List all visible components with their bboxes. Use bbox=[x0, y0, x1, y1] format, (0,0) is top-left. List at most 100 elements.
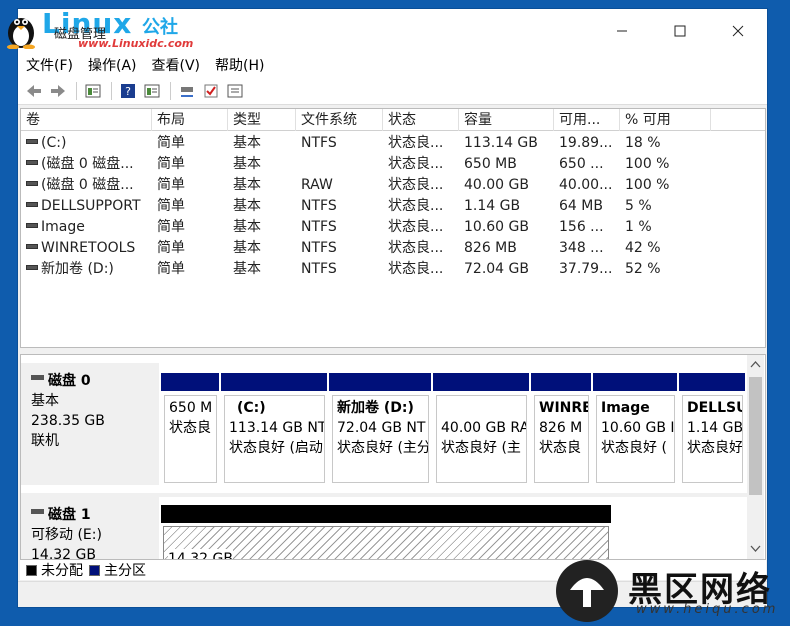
volume-list-icon[interactable] bbox=[142, 81, 162, 101]
table-row[interactable]: (C:) 简单 基本 NTFS 状态良... 113.14 GB 19.89... 18 % bbox=[21, 133, 765, 154]
col-free[interactable]: 可用... bbox=[554, 109, 620, 131]
scrollbar-thumb[interactable] bbox=[749, 377, 762, 495]
volume-icon bbox=[26, 222, 38, 228]
cell-free: 37.79... bbox=[559, 261, 613, 277]
toolbar-divider bbox=[76, 81, 77, 100]
col-layout[interactable]: 布局 bbox=[152, 109, 228, 131]
partition-recovery[interactable]: 650 M 状态良 bbox=[161, 373, 219, 485]
partition-status: 状态良 bbox=[539, 440, 581, 456]
back-arrow-icon[interactable] bbox=[24, 81, 44, 101]
settings-icon[interactable] bbox=[225, 81, 245, 101]
cell-layout: 简单 bbox=[157, 240, 185, 256]
cell-status: 状态良... bbox=[388, 240, 444, 256]
cell-capacity: 40.00 GB bbox=[464, 177, 529, 193]
volume-list-header: 卷 布局 类型 文件系统 状态 容量 可用... % 可用 bbox=[21, 109, 765, 131]
partition-image[interactable]: Image 10.60 GB I 状态良好 ( bbox=[593, 373, 677, 485]
partition-status: 状态良好 (主分 bbox=[337, 440, 429, 456]
watermark-url: www.heiqu.com bbox=[636, 602, 779, 617]
partition-raw[interactable]: 40.00 GB RA 状态良好 (主 bbox=[433, 373, 529, 485]
partition-size: 113.14 GB NT bbox=[229, 420, 325, 436]
check-icon[interactable] bbox=[201, 81, 221, 101]
partition-winretools[interactable]: WINRE 826 M 状态良 bbox=[531, 373, 591, 485]
minimize-button[interactable] bbox=[593, 9, 651, 53]
table-row[interactable]: WINRETOOLS 简单 基本 NTFS 状态良... 826 MB 348 ... 42 … bbox=[21, 238, 765, 259]
mushroom-logo bbox=[556, 560, 618, 622]
table-row[interactable]: Image 简单 基本 NTFS 状态良... 10.60 GB 156 ... 1 % bbox=[21, 217, 765, 238]
col-percent-free[interactable]: % 可用 bbox=[620, 109, 711, 131]
scroll-down-icon[interactable] bbox=[750, 545, 761, 553]
volume-icon bbox=[26, 264, 38, 270]
menu-file[interactable]: 文件(F) bbox=[26, 55, 73, 75]
cell-type: 基本 bbox=[233, 156, 261, 172]
partition-dellsupport[interactable]: DELLSU 1.14 GB 状态良好 bbox=[679, 373, 745, 485]
graph-scrollbar[interactable] bbox=[747, 355, 764, 559]
cell-type: 基本 bbox=[233, 240, 261, 256]
table-row[interactable]: (磁盘 0 磁盘... 简单 基本 状态良... 650 MB 650 ... 100 % bbox=[21, 154, 765, 175]
col-empty bbox=[711, 109, 765, 131]
partition-d[interactable]: 新加卷 (D:) 72.04 GB NT 状态良好 (主分 bbox=[329, 373, 431, 485]
menu-view[interactable]: 查看(V) bbox=[152, 55, 201, 75]
legend-swatch-unallocated bbox=[26, 564, 37, 576]
partition-unallocated[interactable]: 14.32 GB bbox=[161, 505, 611, 559]
cell-percent-free: 5 % bbox=[625, 198, 652, 214]
volume-name: (磁盘 0 磁盘... bbox=[41, 156, 134, 172]
menu-action[interactable]: 操作(A) bbox=[88, 55, 137, 75]
disk1-label[interactable]: 磁盘 1 可移动 (E:) 14.32 GB bbox=[21, 497, 159, 559]
cell-type: 基本 bbox=[233, 261, 261, 277]
properties-icon[interactable] bbox=[83, 81, 103, 101]
col-volume[interactable]: 卷 bbox=[21, 109, 152, 131]
disk0-label[interactable]: 磁盘 0 基本 238.35 GB 联机 bbox=[21, 363, 159, 485]
cell-capacity: 1.14 GB bbox=[464, 198, 521, 214]
col-filesystem[interactable]: 文件系统 bbox=[296, 109, 383, 131]
toolbar-divider bbox=[170, 81, 171, 100]
volume-icon bbox=[26, 138, 38, 144]
cell-filesystem: NTFS bbox=[301, 219, 337, 235]
partition-size: 826 M bbox=[539, 420, 583, 436]
cell-status: 状态良... bbox=[388, 156, 444, 172]
partition-header bbox=[593, 373, 677, 391]
partition-header bbox=[531, 373, 591, 391]
legend-label: 主分区 bbox=[104, 563, 146, 579]
cell-layout: 简单 bbox=[157, 198, 185, 214]
cell-status: 状态良... bbox=[388, 198, 444, 214]
cell-filesystem bbox=[296, 154, 383, 175]
cell-free: 650 ... bbox=[559, 156, 604, 172]
cell-filesystem: RAW bbox=[301, 177, 333, 193]
cell-layout: 简单 bbox=[157, 156, 185, 172]
menu-help[interactable]: 帮助(H) bbox=[215, 55, 264, 75]
maximize-button[interactable] bbox=[651, 9, 709, 53]
col-type[interactable]: 类型 bbox=[228, 109, 296, 131]
cell-filesystem: NTFS bbox=[301, 261, 337, 277]
table-row[interactable]: DELLSUPPORT 简单 基本 NTFS 状态良... 1.14 GB 64 MB 5 % bbox=[21, 196, 765, 217]
volume-name: (磁盘 0 磁盘... bbox=[41, 177, 134, 193]
partition-c[interactable]: (C:) 113.14 GB NT 状态良好 (启动 bbox=[221, 373, 327, 485]
cell-percent-free: 100 % bbox=[625, 177, 670, 193]
cell-capacity: 650 MB bbox=[464, 156, 517, 172]
partition-status: 状态良好 bbox=[687, 440, 743, 456]
col-status[interactable]: 状态 bbox=[383, 109, 459, 131]
cell-volume: WINRETOOLS bbox=[21, 238, 152, 259]
partition-header bbox=[161, 505, 611, 523]
cell-free: 348 ... bbox=[559, 240, 604, 256]
help-icon[interactable]: ? bbox=[118, 81, 138, 101]
table-row[interactable]: (磁盘 0 磁盘... 简单 基本 RAW 状态良... 40.00 GB 40.00...… bbox=[21, 175, 765, 196]
cell-status: 状态良... bbox=[388, 219, 444, 235]
menu-bar: 文件(F) 操作(A) 查看(V) 帮助(H) bbox=[18, 53, 767, 77]
cell-capacity: 72.04 GB bbox=[464, 261, 529, 277]
volume-name: DELLSUPPORT bbox=[41, 198, 141, 214]
close-button[interactable] bbox=[709, 9, 767, 53]
penguin-icon bbox=[7, 18, 35, 49]
disk1-name: 磁盘 1 bbox=[48, 507, 91, 523]
cell-volume: DELLSUPPORT bbox=[21, 196, 152, 217]
table-row[interactable]: 新加卷 (D:) 简单 基本 NTFS 状态良... 72.04 GB 37.79... 52… bbox=[21, 259, 765, 280]
connect-icon[interactable] bbox=[177, 81, 197, 101]
partition-header bbox=[221, 373, 327, 391]
volume-name: (C:) bbox=[41, 135, 67, 151]
scroll-up-icon[interactable] bbox=[750, 360, 761, 368]
heiqu-watermark: 黑区网络 www.heiqu.com bbox=[556, 560, 790, 626]
col-capacity[interactable]: 容量 bbox=[459, 109, 554, 131]
partition-size: 72.04 GB NT bbox=[337, 420, 426, 436]
cell-free: 64 MB bbox=[559, 198, 603, 214]
volume-icon bbox=[26, 159, 38, 165]
forward-arrow-icon[interactable] bbox=[48, 81, 68, 101]
